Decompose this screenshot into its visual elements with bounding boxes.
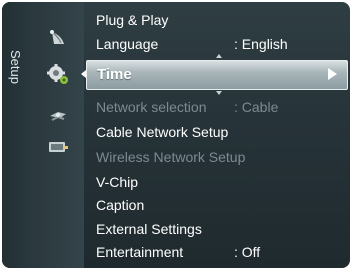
- setup-category-label: Setup: [8, 50, 23, 84]
- menu-item-value: : English: [234, 36, 288, 52]
- menu-item-label: Entertainment: [96, 244, 184, 260]
- menu-item-wireless-network-setup: Wireless Network Setup: [96, 147, 245, 167]
- menu-item-cable-network-setup[interactable]: Cable Network Setup: [96, 122, 228, 142]
- menu-item-label: Network selection: [96, 99, 207, 115]
- scroll-up-indicator: [216, 54, 222, 58]
- menu-item-label: Plug & Play: [96, 12, 169, 28]
- menu-item-network-selection: Network selection : Cable: [96, 97, 278, 117]
- network-icon[interactable]: [46, 104, 70, 128]
- menu-item-caption[interactable]: Caption: [96, 195, 144, 215]
- setup-menu-list: Plug & Play Language : English Time Netw…: [81, 2, 350, 268]
- menu-item-plug-and-play[interactable]: Plug & Play: [96, 10, 168, 30]
- selection-pointer-icon: [81, 70, 86, 78]
- menu-item-time[interactable]: Time: [81, 60, 348, 90]
- setup-menu-panel: Setup Plug & Play Language: English Tim…: [2, 2, 350, 268]
- input-icon[interactable]: [46, 136, 70, 160]
- scroll-down-indicator: [216, 91, 222, 95]
- gear-icon[interactable]: [46, 63, 70, 87]
- menu-item-v-chip[interactable]: V-Chip: [96, 172, 138, 192]
- menu-item-label: Wireless Network Setup: [96, 149, 246, 165]
- menu-item-label: Language: [96, 36, 159, 52]
- menu-item-entertainment[interactable]: Entertainment : Off: [96, 242, 260, 262]
- menu-item-label: Caption: [96, 197, 145, 213]
- menu-item-external-settings[interactable]: External Settings: [96, 219, 202, 239]
- menu-item-label: V-Chip: [96, 174, 139, 190]
- menu-item-label: Time: [97, 66, 132, 83]
- satellite-dish-icon[interactable]: [46, 26, 70, 50]
- chevron-right-icon: [328, 68, 337, 80]
- setup-category-tab[interactable]: Setup: [2, 2, 37, 268]
- menu-item-label: Cable Network Setup: [96, 124, 229, 140]
- menu-item-language[interactable]: Language : English: [96, 34, 288, 54]
- menu-item-label: External Settings: [96, 221, 202, 237]
- menu-item-value: : Off: [234, 244, 261, 260]
- menu-item-value: : Cable: [234, 99, 279, 115]
- category-icon-column: [36, 2, 84, 268]
- tv-menu-frame: Setup Plug & Play Language: English Tim…: [0, 0, 355, 272]
